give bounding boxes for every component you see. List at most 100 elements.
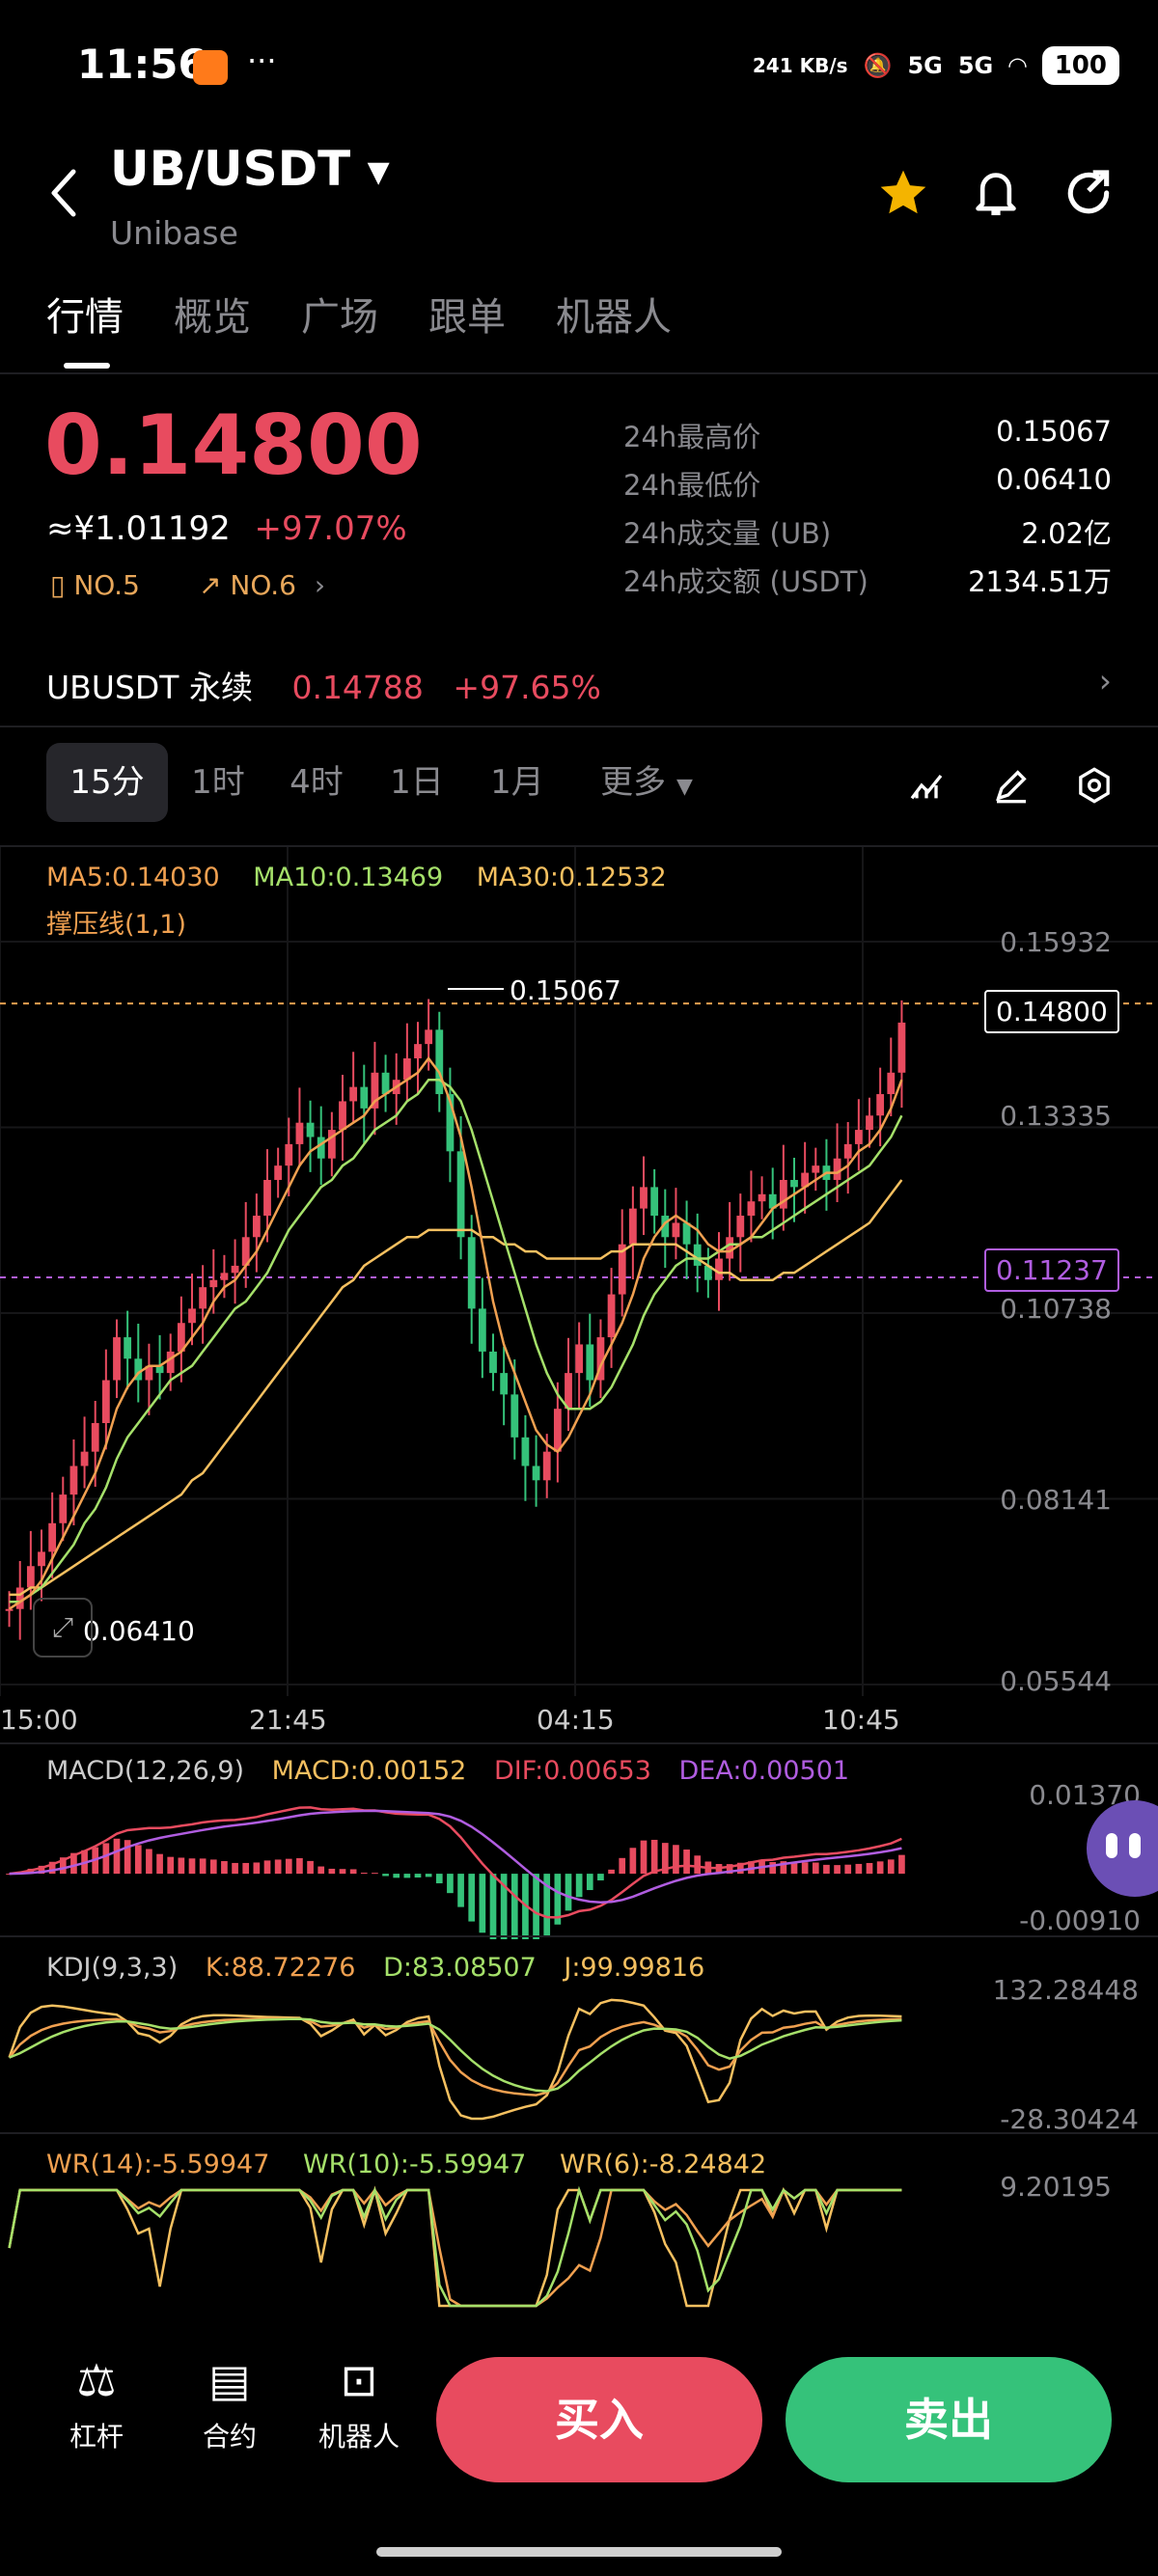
- candle: [790, 1179, 798, 1188]
- rank-badge-1[interactable]: ▯ NO.5: [50, 569, 140, 601]
- candle: [306, 1122, 315, 1137]
- candle: [26, 1566, 35, 1588]
- candle: [747, 1201, 756, 1217]
- candle: [295, 1122, 304, 1144]
- sell-button[interactable]: 卖出: [786, 2357, 1112, 2482]
- x-tick: 10:45: [822, 1704, 900, 1736]
- tab-market[interactable]: 行情: [46, 286, 124, 342]
- macd-bar: [285, 1858, 292, 1875]
- app-notification-icon: [193, 50, 228, 85]
- candle: [521, 1437, 530, 1466]
- ma10-line: [9, 1078, 903, 1603]
- candle: [285, 1143, 293, 1166]
- dropdown-icon: ▼: [367, 155, 390, 189]
- dea-value: DEA:0.00501: [678, 1756, 850, 1786]
- macd-bar: [393, 1874, 400, 1878]
- stat-value-turnover: 2134.51万: [968, 565, 1112, 598]
- share-icon[interactable]: [1062, 166, 1116, 224]
- candle: [542, 1451, 551, 1481]
- nav-leverage[interactable]: ⚖ 杠杆: [58, 2354, 135, 2454]
- candle: [263, 1179, 271, 1217]
- macd-bar: [694, 1855, 702, 1875]
- interval-more[interactable]: 更多 ▼: [589, 743, 704, 822]
- expand-icon[interactable]: ⤢: [33, 1598, 93, 1658]
- pair-selector[interactable]: UB/USDT ▼: [110, 141, 390, 197]
- back-icon[interactable]: [48, 166, 79, 224]
- price-cny: ≈¥1.01192 +97.07%: [46, 509, 407, 548]
- candle: [575, 1344, 584, 1374]
- y-tick: 0.05544: [1000, 1665, 1112, 1697]
- candle: [887, 1072, 896, 1095]
- last-price-label: 0.14800: [984, 990, 1119, 1033]
- tab-square[interactable]: 广场: [301, 286, 378, 342]
- interval-1mo[interactable]: 1月: [482, 743, 552, 822]
- candle: [113, 1337, 121, 1381]
- draw-icon[interactable]: [992, 766, 1031, 808]
- macd-bar: [414, 1874, 422, 1878]
- tab-copy-trade[interactable]: 跟单: [428, 286, 506, 342]
- candle: [586, 1344, 594, 1381]
- contract-icon: ▤: [208, 2354, 251, 2406]
- macd-bar: [178, 1857, 185, 1875]
- candle: [414, 1044, 422, 1058]
- candle: [467, 1237, 476, 1309]
- macd-bar: [232, 1862, 238, 1875]
- interval-1h[interactable]: 1时: [183, 743, 253, 822]
- perpetual-row[interactable]: UBUSDT 永续 0.14788 +97.65% ›: [46, 662, 1112, 708]
- y-tick: 0.15932: [1000, 926, 1112, 958]
- buy-button[interactable]: 买入: [436, 2357, 762, 2482]
- interval-1d[interactable]: 1日: [382, 743, 452, 822]
- candle: [553, 1409, 562, 1452]
- support-label[interactable]: 0.11237: [984, 1248, 1119, 1292]
- wr14-line: [8, 2187, 902, 2308]
- macd-bar: [887, 1859, 895, 1875]
- x-tick: 15:00: [0, 1704, 78, 1736]
- macd-bar: [565, 1874, 572, 1911]
- candle: [339, 1101, 346, 1131]
- macd-chart[interactable]: [0, 1795, 1158, 1939]
- wifi-icon: ◠: [1008, 52, 1027, 79]
- bell-icon[interactable]: [969, 164, 1023, 226]
- high-label: 0.15067: [510, 974, 621, 1006]
- indicator-icon[interactable]: [907, 766, 946, 808]
- candle: [360, 1086, 369, 1109]
- interval-4h[interactable]: 4时: [282, 743, 351, 822]
- nav-contract[interactable]: ▤ 合约: [191, 2354, 268, 2454]
- macd-bar: [586, 1874, 593, 1891]
- macd-legend: MACD(12,26,9) MACD:0.00152 DIF:0.00653 D…: [46, 1756, 849, 1786]
- high-marker-line: [448, 988, 504, 990]
- rank-badge-2[interactable]: ↗ NO.6 ›: [199, 569, 325, 601]
- net-speed: 241 KB/s: [752, 54, 848, 77]
- candle: [812, 1165, 820, 1173]
- interval-15m[interactable]: 15分: [46, 743, 168, 822]
- wr6: WR(6):-8.24842: [559, 2150, 767, 2179]
- cny-value: ≈¥1.01192: [46, 509, 231, 548]
- macd-bar: [349, 1869, 357, 1875]
- star-icon[interactable]: [876, 166, 930, 224]
- macd-bar: [113, 1838, 121, 1875]
- macd-bar: [425, 1874, 432, 1877]
- macd-bar: [479, 1874, 486, 1933]
- macd-bar: [468, 1874, 476, 1922]
- nav-robot[interactable]: ⊡ 机器人: [309, 2354, 409, 2454]
- candle: [199, 1287, 207, 1309]
- macd-bar: [382, 1874, 389, 1877]
- rank-1: NO.5: [73, 569, 140, 601]
- candle: [91, 1423, 99, 1452]
- settings-icon[interactable]: [1075, 766, 1114, 808]
- kdj-chart[interactable]: [0, 1987, 1158, 2132]
- tab-overview[interactable]: 概览: [174, 286, 251, 342]
- candle: [349, 1086, 358, 1102]
- kdj-legend: KDJ(9,3,3) K:88.72276 D:83.08507 J:99.99…: [46, 1953, 704, 1983]
- divider: [0, 372, 1158, 374]
- last-price: 0.14800: [44, 397, 423, 494]
- macd-bar: [575, 1874, 583, 1898]
- sr-legend: 撑压线(1,1): [46, 910, 187, 940]
- candle: [69, 1466, 78, 1495]
- tab-indicator: [64, 363, 110, 369]
- macd-value: MACD:0.00152: [271, 1756, 467, 1786]
- home-indicator[interactable]: [376, 2547, 782, 2557]
- macd-bar: [673, 1845, 679, 1875]
- wr-chart[interactable]: [0, 2184, 1158, 2310]
- tab-robot[interactable]: 机器人: [556, 286, 672, 342]
